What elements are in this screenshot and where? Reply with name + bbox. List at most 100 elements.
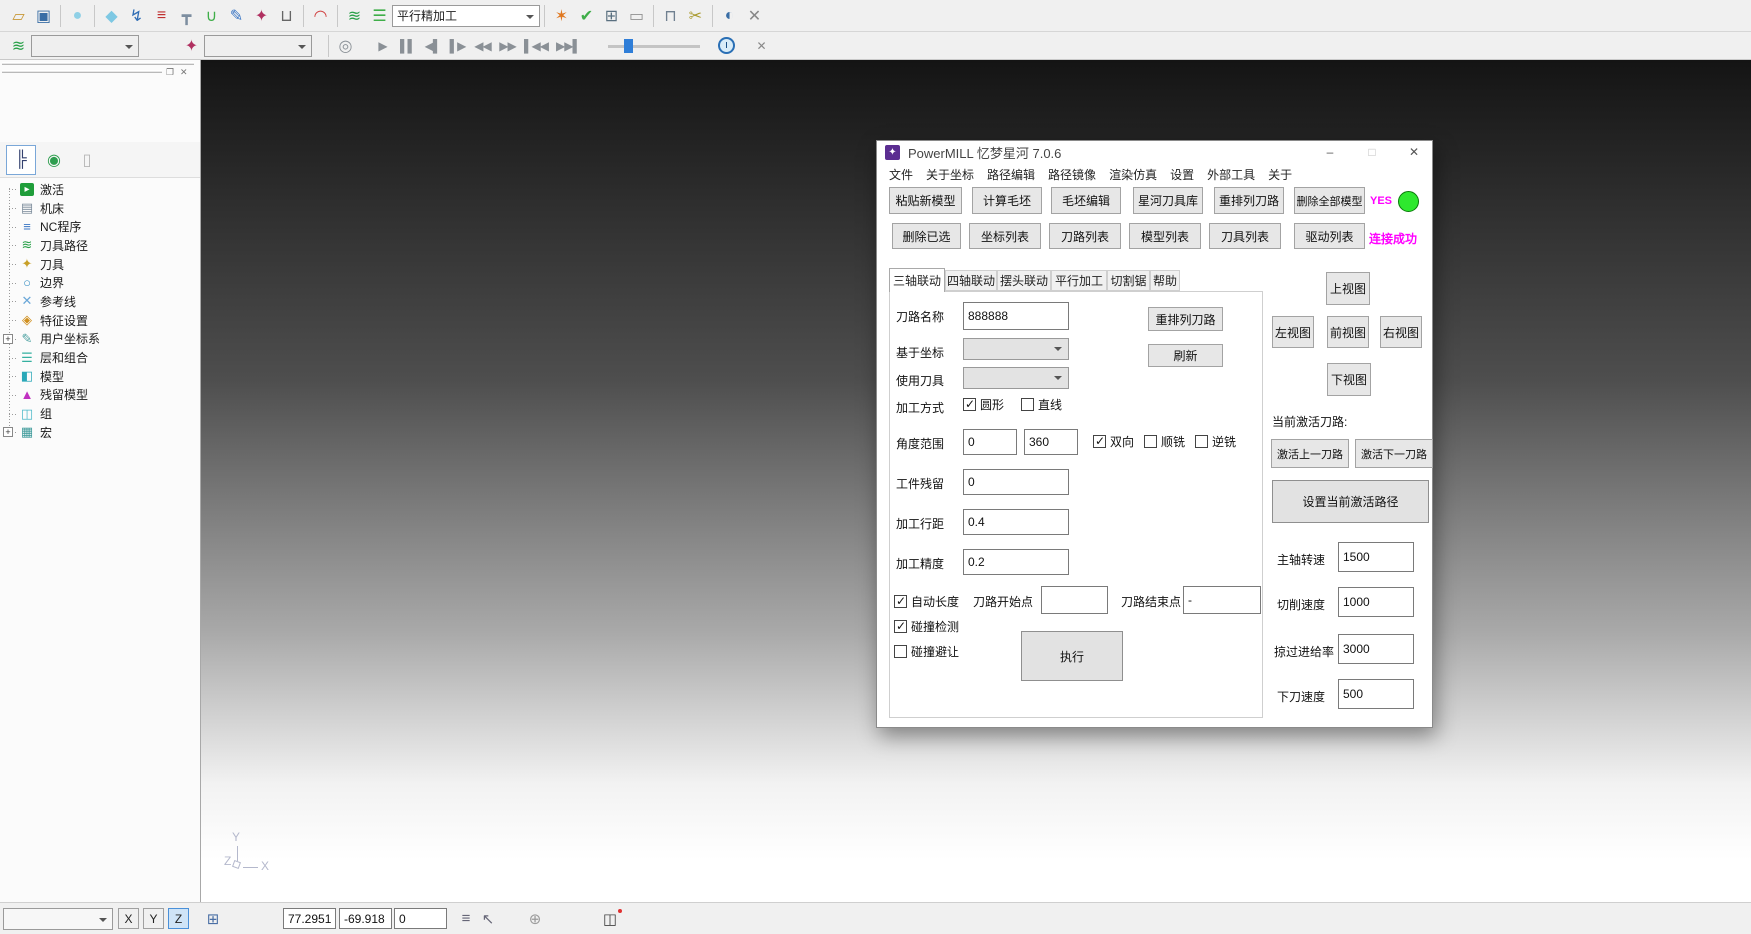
view-top-button[interactable]: 上视图 (1326, 272, 1370, 305)
toolbar-grip[interactable] (2, 70, 162, 73)
cutting-speed-input[interactable] (1338, 587, 1414, 617)
stock-edit-button[interactable]: 毛坯编辑 (1051, 187, 1121, 214)
collision-check-option[interactable]: 碰撞检测 (894, 618, 959, 635)
save-project-icon[interactable]: ▣ (31, 4, 56, 28)
explorer-tab-tree[interactable]: ╠ (6, 145, 36, 175)
tolerance-input[interactable] (963, 549, 1069, 575)
tree-item-machine-tools[interactable]: ▤ 机床 (0, 199, 199, 218)
delete-selected-button[interactable]: 删除已选 (892, 223, 961, 249)
coord-z-input[interactable] (394, 908, 447, 929)
collision-check-checkbox[interactable] (894, 620, 907, 633)
slider-handle[interactable] (624, 39, 633, 53)
tree-item-stock-models[interactable]: ▲ 残留模型 (0, 386, 199, 405)
bidirectional-option[interactable]: 双向 (1093, 433, 1134, 450)
rapid-heights-icon[interactable]: ↯ (124, 4, 149, 28)
compare-models-icon[interactable]: ◐ (717, 4, 742, 28)
spindle-speed-input[interactable] (1338, 542, 1414, 572)
menu-about[interactable]: 关于 (1268, 166, 1292, 183)
rewind-button[interactable]: ◀◀ (470, 34, 495, 58)
cursor-icon[interactable]: ↖ (478, 908, 498, 929)
angle-to-input[interactable] (1024, 429, 1078, 455)
circle-mode-option[interactable]: 圆形 (963, 396, 1004, 413)
strategy-list-icon[interactable]: ☰ (367, 4, 392, 28)
angle-from-input[interactable] (963, 429, 1017, 455)
measure-icon[interactable]: ▭ (624, 4, 649, 28)
block-icon[interactable]: ◆ (99, 4, 124, 28)
collision-avoid-option[interactable]: 碰撞避让 (894, 643, 959, 660)
circle-checkbox[interactable] (963, 398, 976, 411)
expand-icon[interactable]: + (3, 427, 13, 437)
collision-avoid-checkbox[interactable] (894, 645, 907, 658)
view-right-button[interactable]: 右视图 (1380, 316, 1422, 348)
menu-settings[interactable]: 设置 (1170, 166, 1194, 183)
fast-forward-button[interactable]: ▶▶ (495, 34, 520, 58)
delete-all-models-button[interactable]: 删除全部模型 (1294, 187, 1365, 214)
shaded-view-icon[interactable]: ● (65, 4, 90, 28)
auto-length-option[interactable]: 自动长度 (894, 593, 959, 610)
menu-ext-tools[interactable]: 外部工具 (1207, 166, 1255, 183)
tool-verify-icon[interactable]: ✔ (574, 4, 599, 28)
refresh-button[interactable]: 刷新 (1148, 344, 1223, 367)
transform-icon[interactable]: ✂ (683, 4, 708, 28)
sim-toolbar-close-icon[interactable]: ✕ (749, 34, 774, 58)
end-point-input[interactable] (1183, 586, 1261, 614)
tree-item-models[interactable]: ◧ 模型 (0, 367, 199, 386)
paste-model-button[interactable]: 粘贴新模型 (889, 187, 962, 214)
play-button[interactable]: ▶ (370, 34, 395, 58)
tree-item-nc-programs[interactable]: ≡ NC程序 (0, 217, 199, 236)
calculator-icon[interactable]: ⊞ (599, 4, 624, 28)
stepover-input[interactable] (963, 509, 1069, 535)
tree-item-toolpaths[interactable]: ≋ 刀具路径 (0, 236, 199, 255)
activate-prev-button[interactable]: 激活上一刀路 (1271, 439, 1349, 468)
points-icon[interactable]: ✦ (249, 4, 274, 28)
grid-icon[interactable]: ⊞ (200, 908, 226, 929)
close-button[interactable]: ✕ (1397, 141, 1431, 163)
execute-button[interactable]: 执行 (1021, 631, 1123, 681)
toolpath-list-button[interactable]: 刀路列表 (1049, 223, 1121, 249)
set-active-path-button[interactable]: 设置当前激活路径 (1272, 480, 1429, 523)
sim-toolpath-dropdown[interactable] (31, 35, 139, 57)
tool-change-icon[interactable]: ⊓ (658, 4, 683, 28)
auto-length-checkbox[interactable] (894, 595, 907, 608)
view-front-button[interactable]: 前视图 (1327, 316, 1369, 348)
skim-feed-input[interactable] (1338, 634, 1414, 664)
light-icon[interactable]: ◎ (333, 34, 358, 58)
maximize-button[interactable]: □ (1355, 141, 1389, 163)
activate-next-button[interactable]: 激活下一刀路 (1355, 439, 1433, 468)
climb-mill-option[interactable]: 顺铣 (1144, 433, 1185, 450)
line-checkbox[interactable] (1021, 398, 1034, 411)
go-to-start-button[interactable]: ▌◀◀ (520, 34, 552, 58)
menu-path-edit[interactable]: 路径编辑 (987, 166, 1035, 183)
toolpath-name-input[interactable] (963, 302, 1069, 330)
toolpath-edit-icon[interactable]: ✎ (224, 4, 249, 28)
coord-y-input[interactable] (339, 908, 392, 929)
tree-item-boundaries[interactable]: ○ 边界 (0, 273, 199, 292)
tree-item-activate[interactable]: ▸ 激活 (0, 180, 199, 199)
rearrange-paths-button[interactable]: 重排列刀路 (1214, 187, 1284, 214)
tab-swivel[interactable]: 摆头联动 (997, 270, 1051, 291)
plunge-speed-input[interactable] (1338, 679, 1414, 709)
tree-item-tools[interactable]: ✦ 刀具 (0, 255, 199, 274)
use-tool-dropdown[interactable] (963, 367, 1069, 389)
tool-library-button[interactable]: 星河刀具库 (1133, 187, 1203, 214)
leads-links-icon[interactable]: ∪ (199, 4, 224, 28)
tab-4axis[interactable]: 四轴联动 (945, 270, 997, 291)
based-coord-dropdown[interactable] (963, 338, 1069, 360)
tool-list-button[interactable]: 刀具列表 (1209, 223, 1281, 249)
toolbar-close-icon[interactable]: ✕ (742, 4, 767, 28)
stock-remain-input[interactable] (963, 469, 1069, 495)
simulation-icon[interactable]: ◠ (308, 4, 333, 28)
tool-holder-icon[interactable]: ⊔ (274, 4, 299, 28)
menu-path-mirror[interactable]: 路径镜像 (1048, 166, 1096, 183)
tree-item-macros[interactable]: + ▦ 宏 (0, 423, 199, 442)
axis-x-button[interactable]: X (118, 908, 139, 929)
climb-mill-checkbox[interactable] (1144, 435, 1157, 448)
menu-coords[interactable]: 关于坐标 (926, 166, 974, 183)
tab-saw[interactable]: 切割锯 (1107, 270, 1150, 291)
tab-parallel[interactable]: 平行加工 (1051, 270, 1107, 291)
toolbar-grip[interactable] (2, 62, 194, 65)
menu-file[interactable]: 文件 (889, 166, 913, 183)
start-point-input[interactable] (1041, 586, 1108, 614)
coord-list-button[interactable]: 坐标列表 (969, 223, 1041, 249)
view-preset-dropdown[interactable] (3, 908, 113, 930)
